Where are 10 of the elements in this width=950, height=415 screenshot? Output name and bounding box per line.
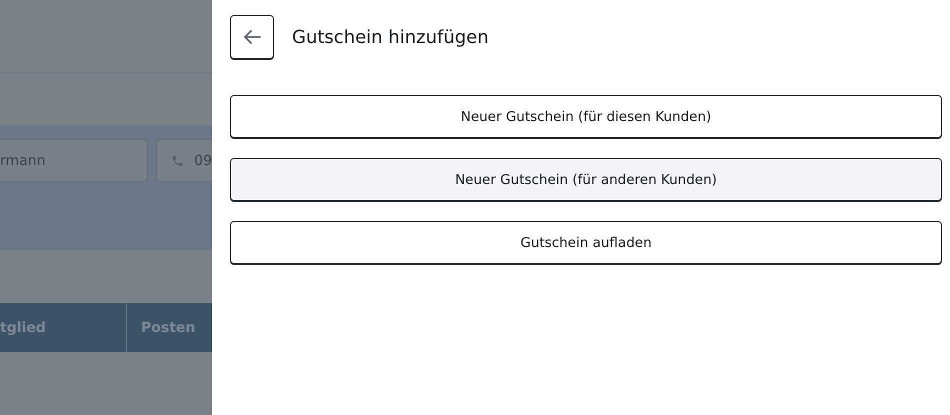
option-button[interactable]: Neuer Gutschein (für anderen Kunden) [230, 158, 942, 201]
column-header: Posten [140, 318, 196, 338]
phone-icon [171, 154, 184, 168]
column-header: tglied [0, 303, 127, 352]
back-arrow-icon [243, 29, 261, 45]
drawer-title: Gutschein hinzufügen [292, 26, 489, 48]
option-button[interactable]: Neuer Gutschein (für diesen Kunden) [230, 95, 942, 138]
phone-value: 09 [194, 152, 212, 168]
back-button[interactable] [230, 15, 274, 59]
option-button[interactable]: Gutschein aufladen [230, 221, 942, 264]
